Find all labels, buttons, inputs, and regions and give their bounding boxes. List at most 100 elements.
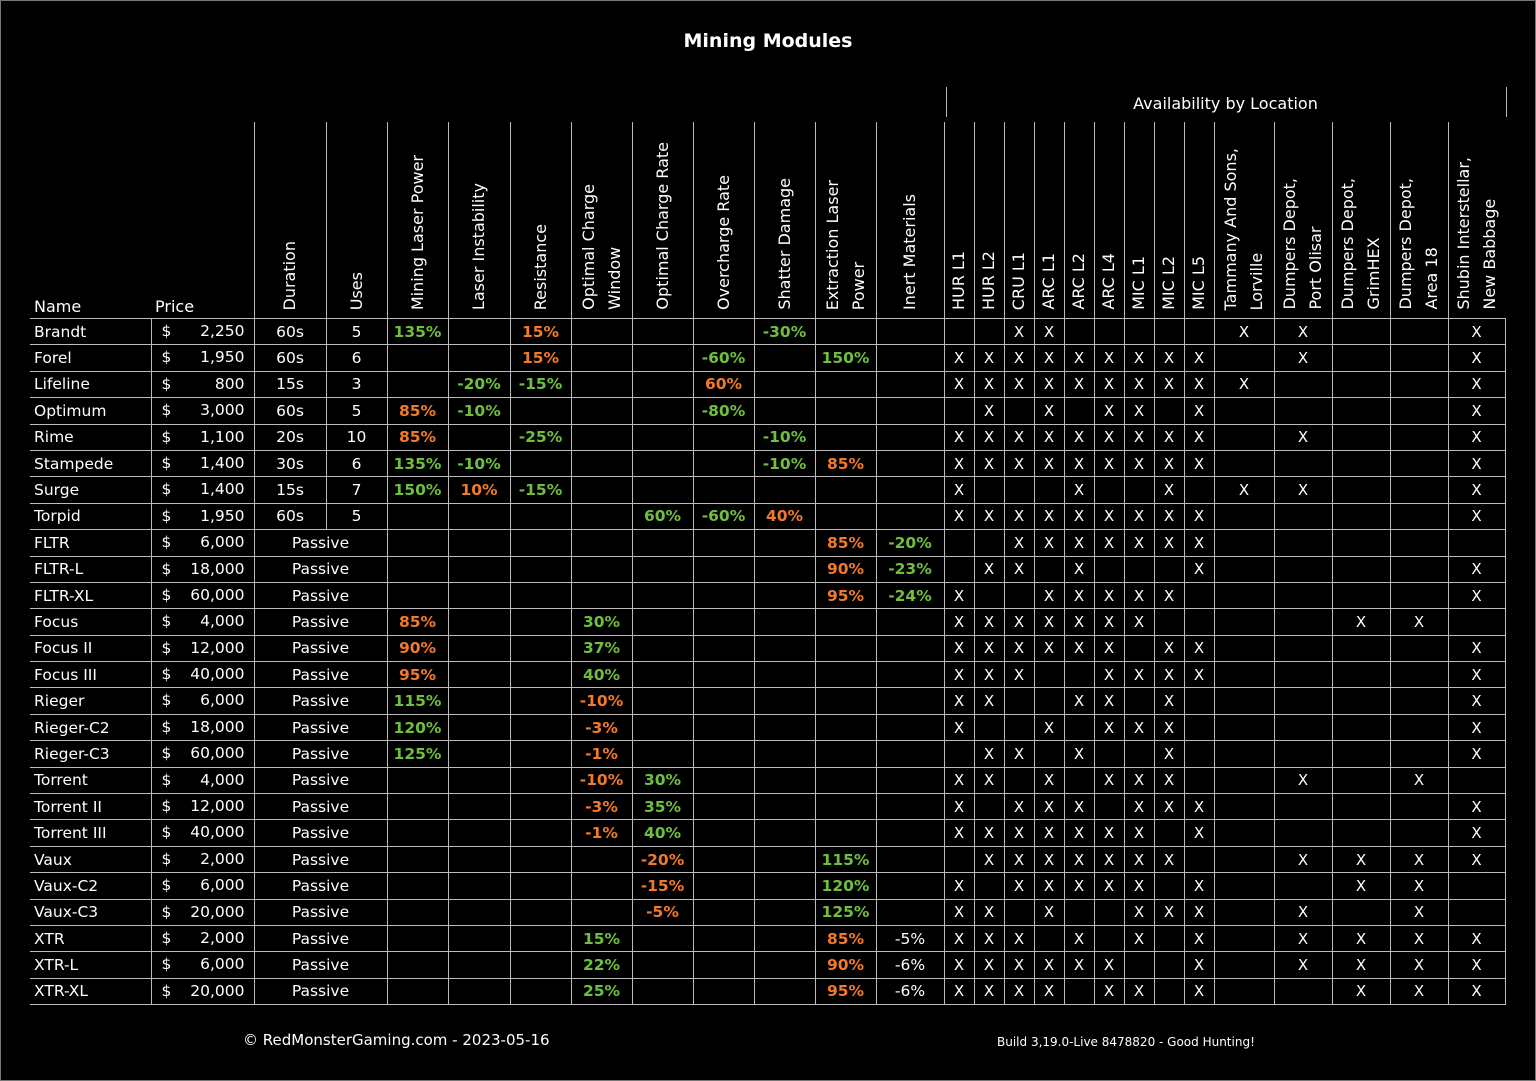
availability-mark — [1123, 317, 1155, 346]
availability-mark: X — [1063, 793, 1095, 821]
stat-value — [875, 344, 945, 372]
availability-mark — [973, 581, 1005, 610]
availability-mark: X — [1093, 977, 1125, 1006]
availability-mark: X — [1447, 951, 1506, 979]
stat-value — [692, 476, 755, 504]
availability-mark — [1273, 529, 1333, 557]
availability-mark: X — [1447, 397, 1506, 425]
availability-mark: X — [1033, 370, 1065, 399]
stat-value — [570, 476, 633, 504]
availability-mark: X — [1093, 397, 1125, 425]
availability-mark: X — [1273, 924, 1333, 953]
availability-mark: X — [1183, 634, 1215, 663]
module-name: Torrent III — [30, 819, 152, 847]
price-amount: 2,000 — [200, 928, 245, 947]
stat-value — [447, 819, 511, 847]
availability-mark: X — [1183, 344, 1215, 372]
availability-mark: X — [1183, 819, 1215, 847]
availability-mark: X — [1389, 977, 1449, 1006]
stat-value — [753, 898, 816, 926]
availability-mark: X — [943, 977, 975, 1006]
availability-mark — [1331, 529, 1391, 557]
stat-value — [447, 687, 511, 715]
availability-mark: X — [1123, 423, 1155, 451]
availability-mark — [1273, 819, 1333, 847]
col-header-location-1: HUR L2 — [973, 122, 1004, 319]
stat-value: 35% — [631, 793, 694, 821]
stat-value: 120% — [814, 872, 877, 900]
availability-mark: X — [1153, 529, 1185, 557]
availability-mark — [1003, 476, 1035, 504]
availability-mark — [1273, 555, 1333, 583]
availability-mark — [1331, 819, 1391, 847]
module-name: FLTR-L — [30, 555, 152, 583]
availability-mark: X — [1063, 423, 1095, 451]
table-row: Vaux-C3 $20,000 Passive -5% 125% X X X X X X X X — [30, 898, 1506, 926]
availability-mark: X — [1063, 819, 1095, 847]
module-price: $6,000 — [150, 529, 254, 557]
stat-value: 60% — [631, 502, 694, 531]
module-name: FLTR-XL — [30, 581, 152, 610]
availability-mark — [1183, 740, 1215, 768]
availability-mark: X — [1183, 924, 1215, 953]
price-amount: 40,000 — [190, 823, 245, 842]
price-amount: 6,000 — [200, 691, 245, 710]
stat-value — [875, 793, 945, 821]
availability-mark — [1273, 977, 1333, 1006]
availability-mark — [1123, 951, 1155, 979]
availability-mark: X — [1273, 344, 1333, 372]
availability-mark — [1123, 687, 1155, 715]
availability-mark: X — [1033, 951, 1065, 979]
availability-mark: X — [1153, 370, 1185, 399]
module-name: Rieger-C3 — [30, 740, 152, 768]
stat-value — [509, 661, 572, 689]
availability-mark — [1033, 687, 1065, 715]
price-amount: 4,000 — [200, 612, 245, 631]
availability-label: Availability by Location — [1133, 94, 1318, 113]
availability-mark: X — [943, 370, 975, 399]
availability-mark — [1213, 529, 1275, 557]
stat-value: -20% — [631, 845, 694, 874]
price-amount: 1,400 — [200, 453, 245, 472]
availability-mark: X — [1183, 555, 1215, 583]
availability-mark: X — [1033, 449, 1065, 478]
stat-value — [753, 581, 816, 610]
availability-mark — [1063, 713, 1095, 742]
stat-value: -3% — [570, 713, 633, 742]
availability-mark — [1213, 581, 1275, 610]
availability-mark — [1123, 634, 1155, 663]
availability-mark — [1331, 449, 1391, 478]
currency-symbol: $ — [161, 401, 172, 420]
col-header-stat-8-label: Shatter Damage — [774, 178, 794, 310]
availability-mark — [1003, 713, 1035, 742]
currency-symbol: $ — [161, 691, 172, 710]
table-row: Focus II $12,000 Passive 90% 37% X X X X X X X X X — [30, 634, 1506, 663]
availability-mark: X — [1153, 793, 1185, 821]
availability-mark: X — [1033, 502, 1065, 531]
stat-value — [692, 924, 755, 953]
stat-value — [386, 502, 449, 531]
stat-value — [814, 502, 877, 531]
availability-mark — [1331, 397, 1391, 425]
col-header-stat-2: Mining Laser Power — [386, 122, 448, 319]
stat-value — [570, 449, 633, 478]
availability-mark — [1389, 713, 1449, 742]
currency-symbol: $ — [161, 823, 172, 842]
col-header-location-11: Dumpers Depot, GrimHEX — [1331, 122, 1390, 319]
stat-value — [814, 608, 877, 636]
stat-value — [753, 740, 816, 768]
stat-value — [386, 872, 449, 900]
stat-value — [386, 793, 449, 821]
price-amount: 3,000 — [200, 401, 245, 420]
availability-mark — [1093, 476, 1125, 504]
availability-mark: X — [1033, 344, 1065, 372]
availability-mark: X — [943, 924, 975, 953]
availability-mark: X — [1153, 766, 1185, 795]
col-header-location-6-label: MIC L1 — [1129, 256, 1148, 310]
stat-value — [692, 608, 755, 636]
stat-value: -5% — [631, 898, 694, 926]
stat-value — [570, 370, 633, 399]
stat-value — [570, 898, 633, 926]
availability-mark: X — [943, 793, 975, 821]
stat-value — [753, 793, 816, 821]
